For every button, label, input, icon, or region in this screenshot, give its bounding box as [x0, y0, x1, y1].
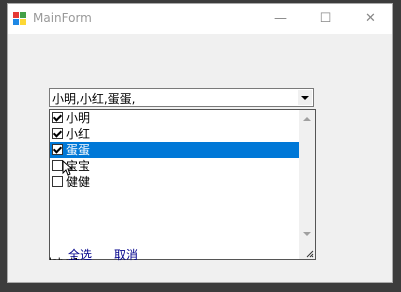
list-item[interactable]: 小明	[50, 110, 300, 126]
scroll-down-icon[interactable]	[303, 232, 311, 236]
scroll-up-icon[interactable]	[303, 117, 311, 121]
mouse-cursor-icon	[62, 160, 72, 176]
checkbox[interactable]	[52, 144, 63, 155]
list-item[interactable]: 小红	[50, 126, 300, 142]
maximize-button[interactable]: ☐	[303, 4, 348, 34]
label: label1	[49, 257, 80, 260]
checkbox[interactable]	[52, 176, 63, 187]
dropdown-arrow-icon[interactable]	[298, 90, 312, 105]
list-item[interactable]: 健健	[50, 174, 300, 190]
item-label: 健健	[66, 175, 91, 189]
cancel-link[interactable]: 取消	[114, 246, 138, 263]
checkbox[interactable]	[52, 128, 63, 139]
dropdown-panel: 小明 小红 蛋蛋 宝宝 健健 全选 取消	[49, 109, 316, 263]
vertical-scrollbar[interactable]	[299, 110, 315, 259]
checkbox[interactable]	[52, 112, 63, 123]
checkbox-list[interactable]: 小明 小红 蛋蛋 宝宝 健健	[50, 110, 300, 190]
select-all-link[interactable]: 全选	[68, 246, 92, 263]
combo-text: 小明,小红,蛋蛋,	[52, 92, 136, 106]
list-item[interactable]: 蛋蛋	[50, 142, 300, 158]
list-item[interactable]: 宝宝	[50, 158, 300, 174]
title-bar[interactable]: MainForm — ☐ ✕	[8, 4, 392, 34]
checked-combo-box[interactable]: 小明,小红,蛋蛋,	[49, 88, 314, 107]
close-button[interactable]: ✕	[348, 4, 393, 34]
window-title: MainForm	[33, 11, 92, 25]
minimize-button[interactable]: —	[258, 4, 303, 34]
resize-grip-icon[interactable]	[306, 250, 314, 258]
item-label: 小红	[66, 127, 91, 141]
item-label: 蛋蛋	[66, 143, 91, 157]
item-label: 小明	[66, 111, 91, 125]
app-icon	[13, 12, 26, 25]
